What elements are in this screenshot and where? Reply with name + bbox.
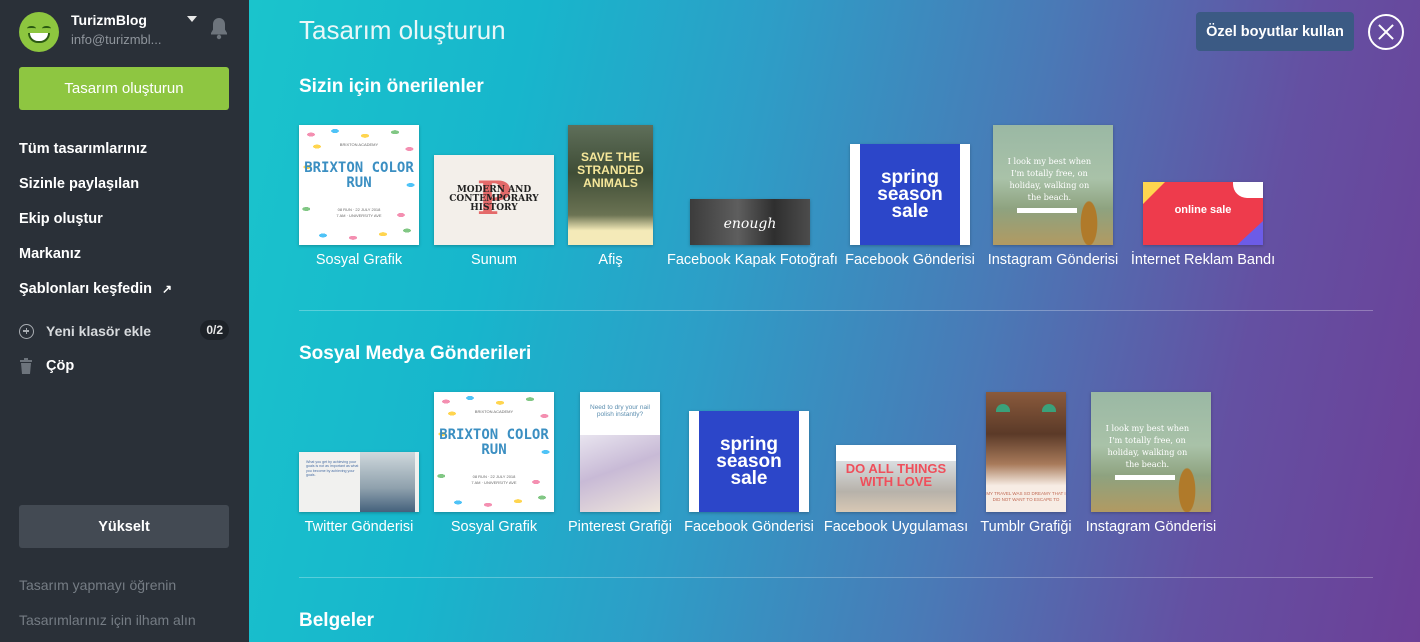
- template-thumbnail[interactable]: enough: [690, 199, 810, 245]
- template-thumbnail[interactable]: I look my best when I'm totally free, on…: [1091, 392, 1211, 512]
- sidebar-nav: Tüm tasarımlarınız Sizinle paylaşılan Ek…: [19, 131, 172, 306]
- learn-design-link[interactable]: Tasarım yapmayı öğrenin: [19, 577, 176, 593]
- account-email: info@turizmbl...: [71, 32, 162, 47]
- design-type-label[interactable]: Twitter Gönderisi: [289, 519, 429, 535]
- external-link-icon: ↗: [161, 281, 173, 296]
- sidebar-item-explore-templates[interactable]: Şablonları keşfedin ↗: [19, 271, 172, 306]
- template-thumbnail[interactable]: online sale: [1143, 182, 1263, 245]
- trash-icon: [20, 358, 32, 374]
- sidebar-item-label: Sizinle paylaşılan: [19, 175, 140, 192]
- design-type-label[interactable]: Facebook Gönderisi: [840, 252, 980, 268]
- template-thumbnail[interactable]: I look my best when I'm totally free, on…: [993, 125, 1113, 245]
- page-title: Tasarım oluşturun: [299, 15, 506, 45]
- design-type-label[interactable]: Afiş: [568, 252, 653, 268]
- thumb-title: spring season sale: [877, 167, 943, 223]
- design-type-label[interactable]: Sosyal Grafik: [299, 252, 419, 268]
- section-divider: [299, 577, 1373, 578]
- thumb-kicker: BRIXTON ACADEMY: [474, 408, 514, 414]
- template-thumbnail[interactable]: DO ALL THINGS WITH LOVE: [836, 445, 956, 512]
- sidebar-item-label: Şablonları keşfedin: [19, 280, 152, 297]
- template-thumbnail[interactable]: BRIXTON ACADEMY BRIXTON COLOR RUN 08 RUN…: [434, 392, 554, 512]
- thumb-line: 7 AM · UNIVERSITY AVE: [471, 479, 517, 485]
- design-type-label[interactable]: Facebook Kapak Fotoğrafı: [667, 252, 838, 268]
- thumb-title: MY TRAVEL WAS SO DREAMY THAT I DID NOT W…: [986, 491, 1066, 503]
- template-thumbnail[interactable]: spring season sale: [689, 411, 809, 512]
- sidebar-item-label: Tüm tasarımlarınız: [19, 140, 148, 157]
- add-folder-button[interactable]: Yeni klasör ekle 0/2: [19, 319, 229, 343]
- bell-icon[interactable]: [209, 16, 229, 40]
- sidebar: TurizmBlog info@turizmbl... Tasarım oluş…: [0, 0, 249, 642]
- design-type-label[interactable]: Tumblr Grafiği: [966, 519, 1086, 535]
- thumb-title: BRIXTON COLOR RUN: [304, 160, 414, 191]
- thumb-title: I look my best when I'm totally free, on…: [1105, 423, 1190, 469]
- account-name[interactable]: TurizmBlog: [71, 12, 147, 28]
- template-thumbnail[interactable]: MY TRAVEL WAS SO DREAMY THAT I DID NOT W…: [986, 392, 1066, 512]
- create-design-panel: Tasarım oluşturun Özel boyutlar kullan S…: [249, 0, 1420, 642]
- get-inspired-link[interactable]: Tasarımlarınız için ilham alın: [19, 612, 196, 628]
- template-thumbnail[interactable]: Need to dry your nail polish instantly?: [580, 392, 660, 512]
- template-thumbnail[interactable]: spring season sale: [850, 144, 970, 245]
- sidebar-item-label: Ekip oluştur: [19, 210, 103, 227]
- sidebar-item-all-designs[interactable]: Tüm tasarımlarınız: [19, 131, 172, 166]
- thumb-line: 7 AM · UNIVERSITY AVE: [336, 212, 382, 218]
- plus-circle-icon: [19, 323, 34, 339]
- folder-count-badge: 0/2: [200, 320, 229, 340]
- account-switcher[interactable]: TurizmBlog info@turizmbl...: [19, 12, 239, 52]
- thumb-title: BRIXTON COLOR RUN: [439, 427, 549, 458]
- sidebar-item-create-team[interactable]: Ekip oluştur: [19, 201, 172, 236]
- thumb-title: MODERN AND CONTEMPORARY HISTORY: [449, 184, 539, 214]
- trash-label: Çöp: [46, 358, 75, 374]
- design-type-label[interactable]: Sunum: [434, 252, 554, 268]
- thumb-title: DO ALL THINGS WITH LOVE: [845, 461, 947, 490]
- sidebar-item-label: Markanız: [19, 245, 82, 262]
- thumb-line: 08 RUN · 22 JULY 2018: [337, 206, 381, 212]
- thumb-title: I look my best when I'm totally free, on…: [1007, 156, 1092, 202]
- thumb-title: spring season sale: [716, 434, 782, 490]
- design-type-label[interactable]: Facebook Uygulaması: [821, 519, 971, 535]
- template-thumbnail[interactable]: SAVE THE STRANDED ANIMALS: [568, 125, 653, 245]
- thumb-title: enough: [723, 216, 777, 233]
- thumb-title: SAVE THE STRANDED ANIMALS: [577, 150, 644, 190]
- create-design-button[interactable]: Tasarım oluşturun: [19, 67, 229, 110]
- template-thumbnail[interactable]: What you get by achieving your goals is …: [299, 452, 419, 512]
- sidebar-item-brand[interactable]: Markanız: [19, 236, 172, 271]
- design-type-label[interactable]: Pinterest Grafiği: [560, 519, 680, 535]
- chevron-down-icon[interactable]: [187, 16, 197, 22]
- custom-dimensions-button[interactable]: Özel boyutlar kullan: [1196, 12, 1354, 51]
- sidebar-item-shared[interactable]: Sizinle paylaşılan: [19, 166, 172, 201]
- section-title-social-media: Sosyal Medya Gönderileri: [299, 343, 532, 364]
- design-type-label[interactable]: Instagram Gönderisi: [1081, 519, 1221, 535]
- trash-link[interactable]: Çöp: [19, 354, 74, 378]
- design-type-label[interactable]: Sosyal Grafik: [434, 519, 554, 535]
- section-title-documents: Belgeler: [299, 610, 374, 631]
- design-type-label[interactable]: Facebook Gönderisi: [679, 519, 819, 535]
- thumb-kicker: BRIXTON ACADEMY: [339, 141, 379, 147]
- design-type-label[interactable]: Instagram Gönderisi: [983, 252, 1123, 268]
- design-type-label[interactable]: İnternet Reklam Bandı: [1123, 252, 1283, 268]
- template-thumbnail[interactable]: BRIXTON ACADEMY BRIXTON COLOR RUN 08 RUN…: [299, 125, 419, 245]
- thumb-title: Need to dry your nail polish instantly?: [590, 404, 650, 419]
- section-title-recommended: Sizin için önerilenler: [299, 76, 484, 97]
- thumb-title: online sale: [1174, 204, 1232, 216]
- upgrade-button[interactable]: Yükselt: [19, 505, 229, 548]
- thumb-title: What you get by achieving your goals is …: [306, 460, 359, 478]
- thumb-line: 08 RUN · 22 JULY 2018: [472, 473, 516, 479]
- avatar[interactable]: [19, 12, 59, 52]
- add-folder-label: Yeni klasör ekle: [46, 323, 152, 339]
- section-divider: [299, 310, 1373, 311]
- close-icon[interactable]: [1368, 14, 1404, 50]
- template-thumbnail[interactable]: P MODERN AND CONTEMPORARY HISTORY: [434, 155, 554, 245]
